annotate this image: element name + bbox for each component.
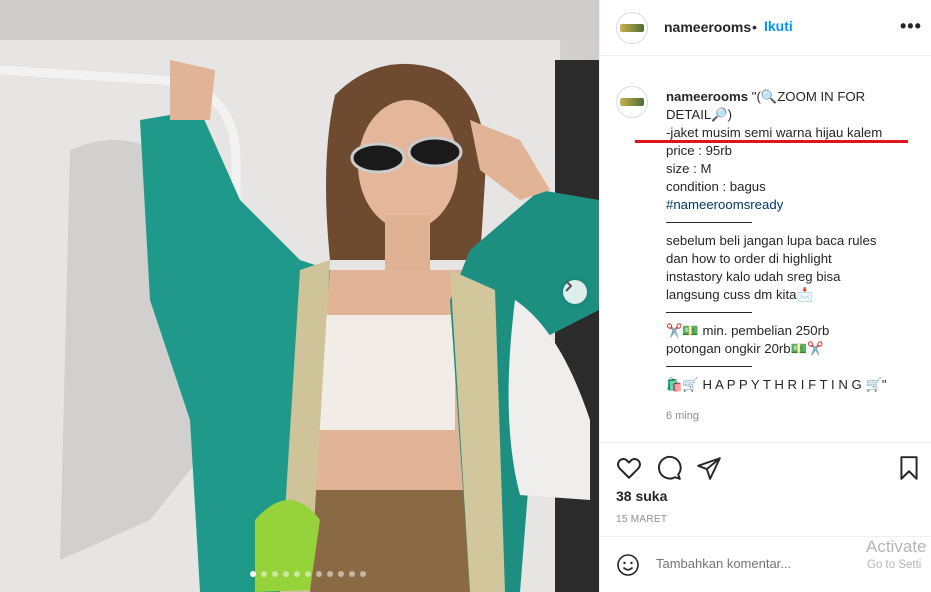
divider [666, 312, 752, 313]
avatar[interactable] [616, 86, 648, 118]
hashtag-link[interactable]: #nameeroomsready [666, 196, 916, 214]
post-side-panel: nameerooms • Ikuti ••• nameerooms "(🔍ZOO… [599, 0, 931, 592]
carousel-dot [316, 571, 322, 577]
post-photo[interactable] [0, 0, 599, 592]
follow-button[interactable]: Ikuti [764, 18, 793, 34]
chevron-right-icon [565, 280, 573, 292]
caption-line: condition : bagus [666, 179, 766, 194]
caption-username[interactable]: nameerooms [666, 89, 748, 104]
emoji-icon[interactable] [616, 553, 640, 577]
caption-line: instastory kalo udah sreg bisa [666, 269, 841, 284]
post-date: 15 MARET [616, 514, 668, 525]
caption-line: nameerooms "(🔍ZOOM IN FOR [666, 88, 916, 106]
caption-line: dan how to order di highlight [666, 251, 832, 266]
carousel-dot [294, 571, 300, 577]
more-options-icon[interactable]: ••• [900, 16, 922, 37]
caption-fragment: "(🔍ZOOM IN FOR [748, 89, 866, 104]
avatar[interactable] [616, 12, 648, 44]
carousel-dot [305, 571, 311, 577]
divider [666, 222, 752, 223]
photo-illustration [0, 0, 599, 592]
red-underline-annotation [635, 140, 908, 143]
divider [666, 366, 752, 367]
separator-dot: • [752, 19, 757, 35]
comment-bar: Activate Go to Setti [600, 536, 931, 592]
comment-input[interactable] [656, 556, 856, 571]
carousel-dot [338, 571, 344, 577]
share-icon[interactable] [696, 455, 722, 481]
watermark-title: Activate [866, 537, 927, 556]
bookmark-icon[interactable] [896, 455, 922, 481]
carousel-dot [250, 571, 256, 577]
carousel-dot [283, 571, 289, 577]
caption-line: langsung cuss dm kita📩 [666, 287, 813, 302]
carousel-dot [327, 571, 333, 577]
comment-icon[interactable] [656, 455, 682, 481]
caption-line: ✂️💵 min. pembelian 250rb [666, 323, 830, 338]
caption-line: price : 95rb [666, 143, 732, 158]
heart-icon[interactable] [616, 455, 642, 481]
carousel-dot [360, 571, 366, 577]
carousel-dot [349, 571, 355, 577]
action-bar [600, 442, 931, 492]
next-image-button[interactable] [563, 280, 587, 304]
caption-line: sebelum beli jangan lupa baca rules [666, 233, 877, 248]
caption-line: size : M [666, 161, 712, 176]
watermark-subtitle: Go to Setti [867, 559, 922, 571]
caption-line: 🛍️🛒 H A P P Y T H R I F T I N G 🛒" [666, 377, 887, 392]
carousel-dot [261, 571, 267, 577]
carousel-dot [272, 571, 278, 577]
post-header: nameerooms • Ikuti ••• [600, 0, 931, 56]
time-ago[interactable]: 6 ming [666, 410, 699, 422]
post-username[interactable]: nameerooms [664, 19, 751, 35]
carousel-dots [250, 571, 366, 577]
caption-text: nameerooms "(🔍ZOOM IN FOR DETAIL🔎) -jake… [666, 88, 916, 394]
caption-line: potongan ongkir 20rb💵✂️ [666, 341, 824, 356]
likes-count[interactable]: 38 suka [616, 488, 667, 504]
caption-line: DETAIL🔎) [666, 107, 733, 122]
